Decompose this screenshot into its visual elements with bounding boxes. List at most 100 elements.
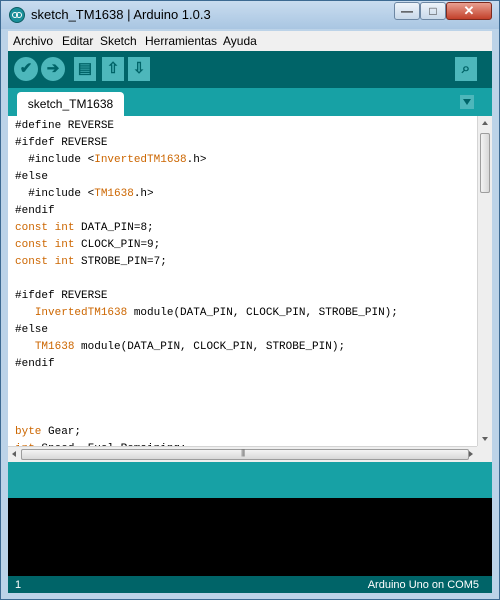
code-line[interactable]: const int STROBE_PIN=7; [15,254,398,271]
code-line[interactable] [15,390,398,407]
code-line[interactable]: #else [15,169,398,186]
code-line[interactable]: #ifdef REVERSE [15,288,398,305]
maximize-icon: □ [429,4,437,18]
vertical-scroll-thumb[interactable] [480,133,490,193]
code-token: STROBE_PIN=7; [74,256,167,268]
arduino-logo-icon [9,7,25,23]
code-keyword: InvertedTM1638 [34,307,128,319]
minimize-button[interactable]: — [394,2,420,20]
console-output[interactable] [8,498,492,576]
scroll-right-arrow-icon[interactable] [469,451,473,457]
save-button[interactable]: ⇩ [128,57,150,81]
code-line[interactable]: #include <TM1638.h> [15,186,398,203]
title-bar[interactable]: sketch_TM1638 | Arduino 1.0.3 — □ ✕ [1,1,499,29]
new-document-icon: ▤ [77,60,93,77]
code-line[interactable]: #endif [15,356,398,373]
grip-icon: ||| [241,448,245,457]
code-keyword: int [54,222,75,234]
code-text[interactable]: #define REVERSE #ifdef REVERSE #include <… [15,118,398,446]
code-token: #ifdef REVERSE [15,137,108,149]
code-line[interactable]: #include <InvertedTM1638.h> [15,152,398,169]
maximize-button[interactable]: □ [420,2,446,20]
arrow-up-icon: ⇧ [106,60,120,77]
horizontal-scroll-thumb[interactable] [21,449,469,460]
code-keyword: TM1638 [94,188,134,200]
arrow-down-icon: ⇩ [132,60,146,77]
code-line[interactable]: InvertedTM1638 module(DATA_PIN, CLOCK_PI… [15,305,398,322]
horizontal-scrollbar[interactable]: ||| [8,446,477,462]
arduino-window: sketch_TM1638 | Arduino 1.0.3 — □ ✕ Arch… [0,0,500,600]
code-line[interactable]: TM1638 module(DATA_PIN, CLOCK_PIN, STROB… [15,339,398,356]
code-token: #ifdef REVERSE [15,290,108,302]
verify-button[interactable]: ✔ [14,57,38,81]
code-keyword: InvertedTM1638 [94,154,187,166]
scroll-down-arrow-icon[interactable] [482,437,488,441]
code-keyword: const [15,222,49,234]
code-token: #include < [15,188,95,200]
close-icon: ✕ [463,3,475,18]
code-keyword: byte [15,426,42,438]
code-line[interactable]: byte Gear; [15,424,398,441]
code-line[interactable]: #define REVERSE [15,118,398,135]
tab-menu-chevron-down-icon[interactable] [460,95,474,109]
code-line[interactable]: #ifdef REVERSE [15,135,398,152]
board-port-label: Arduino Uno on COM5 [367,579,479,591]
code-token: #else [15,171,49,183]
code-token: #define REVERSE [15,120,115,132]
code-keyword: int [54,239,75,251]
code-line[interactable]: #endif [15,203,398,220]
code-token: module(DATA_PIN, CLOCK_PIN, STROBE_PIN); [127,307,398,319]
code-line[interactable] [15,373,398,390]
code-keyword: const [15,239,49,251]
code-keyword: TM1638 [34,341,75,353]
menu-sketch[interactable]: Sketch [100,34,137,48]
menu-editar[interactable]: Editar [62,34,93,48]
code-line[interactable]: const int CLOCK_PIN=9; [15,237,398,254]
code-token: module(DATA_PIN, CLOCK_PIN, STROBE_PIN); [74,341,346,353]
code-keyword: int [54,256,75,268]
window-title: sketch_TM1638 | Arduino 1.0.3 [31,7,211,22]
toolbar: ✔ ➔ ▤ ⇧ ⇩ ⌕ [8,51,492,88]
open-button[interactable]: ⇧ [102,57,124,81]
code-token: #endif [15,205,55,217]
code-token: CLOCK_PIN=9; [74,239,161,251]
code-token: DATA_PIN=8; [74,222,154,234]
tab-sketch-tm1638[interactable]: sketch_TM1638 [17,92,124,116]
menu-archivo[interactable]: Archivo [13,34,53,48]
new-button[interactable]: ▤ [74,57,96,81]
serial-monitor-button[interactable]: ⌕ [455,57,477,81]
close-button[interactable]: ✕ [446,2,492,20]
code-line[interactable]: const int DATA_PIN=8; [15,220,398,237]
line-number: 1 [15,579,22,591]
vertical-scrollbar[interactable] [477,116,492,446]
code-token: #endif [15,358,55,370]
magnifier-icon: ⌕ [461,60,471,77]
code-line[interactable] [15,271,398,288]
check-icon: ✔ [19,60,33,77]
scroll-corner [477,446,492,462]
code-token: #else [15,324,49,336]
upload-button[interactable]: ➔ [41,57,65,81]
code-token: Gear; [41,426,82,438]
menu-herramientas[interactable]: Herramientas [145,34,217,48]
menu-ayuda[interactable]: Ayuda [223,34,257,48]
scroll-up-arrow-icon[interactable] [482,121,488,125]
status-bar [8,462,492,498]
minimize-icon: — [401,4,413,18]
code-token: .h> [133,188,154,200]
code-line[interactable] [15,407,398,424]
code-token: .h> [186,154,207,166]
code-editor[interactable]: #define REVERSE #ifdef REVERSE #include <… [8,116,477,446]
code-keyword: const [15,256,49,268]
arrow-right-icon: ➔ [46,60,60,77]
footer-bar: 1 Arduino Uno on COM5 [8,576,492,593]
code-token: #include < [15,154,95,166]
code-line[interactable]: #else [15,322,398,339]
scroll-left-arrow-icon[interactable] [12,451,16,457]
menu-bar: Archivo Editar Sketch Herramientas Ayuda [8,31,492,51]
